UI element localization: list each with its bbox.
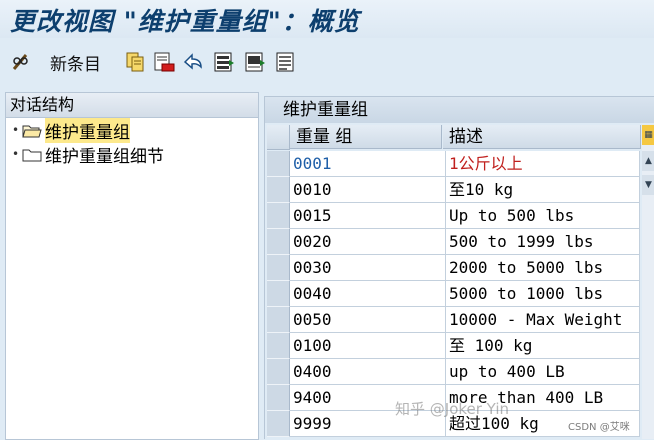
- watermark-source: CSDN @艾咪: [568, 422, 630, 433]
- row-selector[interactable]: [267, 255, 290, 281]
- table-row[interactable]: 0001 1公斤以上: [267, 151, 641, 177]
- window-title: 更改视图 "维护重量组"：概览: [10, 7, 360, 36]
- cell-weight-group[interactable]: 0040: [290, 281, 446, 307]
- cell-description[interactable]: 1公斤以上: [446, 151, 640, 177]
- table-caption: 维护重量组: [265, 97, 654, 123]
- row-selector[interactable]: [267, 385, 290, 411]
- table-panel: 维护重量组 重量 组 描述 0001 1公斤以上 0010 至10 kg 0015 Up …: [264, 96, 654, 439]
- tree-item-weight-group-details[interactable]: • 维护重量组细节: [12, 142, 164, 167]
- pencil-glasses-icon[interactable]: [10, 51, 32, 73]
- table-row[interactable]: 0040 5000 to 1000 lbs: [267, 281, 641, 307]
- select-block-icon[interactable]: [244, 51, 266, 73]
- column-header-description[interactable]: 描述: [443, 125, 641, 149]
- table-row[interactable]: 0100 至 100 kg: [267, 333, 641, 359]
- column-config-icon[interactable]: ▦: [642, 125, 654, 145]
- new-entries-button[interactable]: 新条目: [44, 50, 101, 75]
- table-row[interactable]: 0015 Up to 500 lbs: [267, 203, 641, 229]
- cell-weight-group[interactable]: 0100: [290, 333, 446, 359]
- cell-description[interactable]: up to 400 LB: [446, 359, 640, 385]
- row-selector[interactable]: [267, 177, 290, 203]
- cell-description[interactable]: 至10 kg: [446, 177, 640, 203]
- table-row[interactable]: 0400 up to 400 LB: [267, 359, 641, 385]
- row-selector[interactable]: [267, 307, 290, 333]
- watermark: 知乎 @Joker Yin: [395, 400, 509, 418]
- row-selector[interactable]: [267, 229, 290, 255]
- row-selector[interactable]: [267, 333, 290, 359]
- cell-weight-group[interactable]: 0020: [290, 229, 446, 255]
- undo-icon[interactable]: [182, 51, 204, 73]
- deselect-all-icon[interactable]: [275, 51, 297, 73]
- table-row[interactable]: 0010 至10 kg: [267, 177, 641, 203]
- cell-description[interactable]: 10000 - Max Weight: [446, 307, 640, 333]
- row-selector[interactable]: [267, 151, 290, 177]
- row-selector[interactable]: [267, 281, 290, 307]
- cell-weight-group[interactable]: 0010: [290, 177, 446, 203]
- cell-weight-group[interactable]: 0050: [290, 307, 446, 333]
- row-selector[interactable]: [267, 359, 290, 385]
- cell-description[interactable]: 5000 to 1000 lbs: [446, 281, 640, 307]
- cell-weight-group[interactable]: 0030: [290, 255, 446, 281]
- cell-weight-group[interactable]: 0001: [290, 151, 446, 177]
- cell-weight-group[interactable]: 0400: [290, 359, 446, 385]
- scroll-down-icon[interactable]: ▼: [642, 175, 654, 195]
- table-row[interactable]: 0020 500 to 1999 lbs: [267, 229, 641, 255]
- table-row[interactable]: 0030 2000 to 5000 lbs: [267, 255, 641, 281]
- tree-item-label: 维护重量组: [45, 117, 130, 143]
- select-all-icon[interactable]: [213, 51, 235, 73]
- title-bar: 更改视图 "维护重量组"：概览: [0, 0, 654, 38]
- tree-item-weight-group[interactable]: • 维护重量组: [12, 117, 130, 143]
- tree-item-label: 维护重量组细节: [45, 146, 164, 167]
- cell-weight-group[interactable]: 0015: [290, 203, 446, 229]
- new-entries-label: 新条目: [50, 54, 101, 75]
- row-selector[interactable]: [267, 203, 290, 229]
- open-folder-icon: [22, 125, 42, 137]
- select-column-header[interactable]: [267, 125, 290, 150]
- delete-icon[interactable]: [153, 51, 175, 73]
- toolbar: 新条目: [0, 38, 654, 88]
- cell-description[interactable]: 2000 to 5000 lbs: [446, 255, 640, 281]
- folder-icon: [22, 149, 42, 161]
- cell-description[interactable]: Up to 500 lbs: [446, 203, 640, 229]
- tree-bullet-icon: •: [12, 123, 20, 137]
- row-selector[interactable]: [267, 411, 290, 437]
- table-row[interactable]: 0050 10000 - Max Weight: [267, 307, 641, 333]
- scroll-up-icon[interactable]: ▲: [642, 151, 654, 171]
- dialog-structure-panel: 对话结构 • 维护重量组 • 维护重量组细节: [5, 92, 259, 440]
- cell-description[interactable]: 至 100 kg: [446, 333, 640, 359]
- copy-icon[interactable]: [124, 51, 146, 73]
- dialog-structure-header: 对话结构: [6, 93, 258, 118]
- column-header-weight-group[interactable]: 重量 组: [290, 125, 442, 149]
- vertical-scrollbar[interactable]: ▦ ▲ ▼: [642, 125, 654, 439]
- cell-description[interactable]: 500 to 1999 lbs: [446, 229, 640, 255]
- tree-bullet-icon: •: [12, 147, 20, 161]
